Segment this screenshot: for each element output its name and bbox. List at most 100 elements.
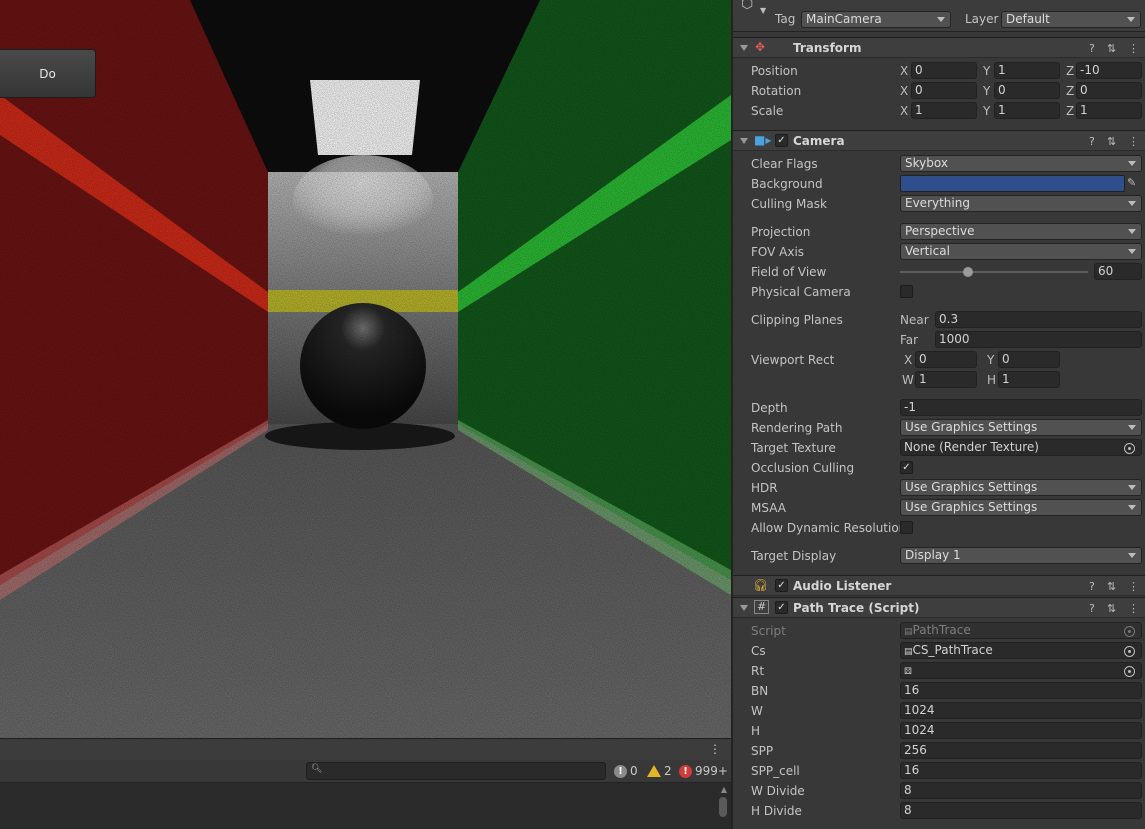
audio-listener-header[interactable]: 🎧︎ ✓ Audio Listener ? ⇅ ⋮ [733, 575, 1145, 596]
preset-icon[interactable]: ⇅ [1107, 42, 1116, 55]
warning-toggle[interactable]: 2 [644, 762, 675, 780]
clear-flags-row: Clear Flags Skybox [733, 154, 1145, 174]
target-texture-field[interactable]: None (Render Texture) [900, 439, 1142, 456]
depth-field[interactable]: -1 [900, 399, 1142, 416]
rendering-path-dropdown[interactable]: Use Graphics Settings [900, 419, 1142, 436]
projection-dropdown[interactable]: Perspective [900, 223, 1142, 240]
eyedropper-icon[interactable]: ✎ [1127, 176, 1136, 189]
preset-icon[interactable]: ⇅ [1107, 602, 1116, 615]
warning-icon [647, 765, 661, 777]
target-display-dropdown[interactable]: Display 1 [900, 547, 1142, 564]
w-divide-field[interactable]: 8 [900, 782, 1142, 799]
w-divide-row: W Divide 8 [733, 781, 1145, 801]
viewport-x-field[interactable]: 0 [915, 351, 977, 368]
foldout-arrow-icon[interactable] [740, 45, 748, 51]
help-icon[interactable]: ? [1089, 42, 1095, 55]
path-trace-header[interactable]: # ✓ Path Trace (Script) ? ⇅ ⋮ [733, 597, 1145, 618]
console-search-input[interactable]: 🔍︎ [306, 762, 606, 780]
foldout-arrow-icon[interactable] [740, 138, 748, 144]
msaa-dropdown[interactable]: Use Graphics Settings [900, 499, 1142, 516]
compute-shader-icon: ▤ [904, 647, 913, 657]
info-toggle[interactable]: ! 0 [611, 762, 641, 780]
h-field[interactable]: 1024 [900, 722, 1142, 739]
do-button[interactable]: Do [0, 49, 96, 98]
more-options-icon[interactable]: ⋮ [1128, 42, 1139, 55]
viewport-y-field[interactable]: 0 [998, 351, 1060, 368]
path-trace-enabled-checkbox[interactable]: ✓ [775, 601, 788, 614]
scale-z-field[interactable]: 1 [1076, 102, 1142, 119]
fov-slider-track[interactable] [900, 271, 1088, 273]
position-y-field[interactable]: 1 [994, 62, 1060, 79]
error-toggle[interactable]: ! 999+ [676, 762, 731, 780]
fov-axis-row: FOV Axis Vertical [733, 242, 1145, 262]
near-clip-field[interactable]: 0.3 [935, 311, 1142, 328]
viewport-rect-row: Viewport Rect X 0 Y 0 [733, 350, 1145, 370]
console-toolbar: 🔍︎ ! 0 2 ! 999+ [0, 760, 731, 783]
w-field[interactable]: 1024 [900, 702, 1142, 719]
spp-cell-field[interactable]: 16 [900, 762, 1142, 779]
h-divide-field[interactable]: 8 [900, 802, 1142, 819]
fov-axis-dropdown[interactable]: Vertical [900, 243, 1142, 260]
h-divide-row: H Divide 8 [733, 801, 1145, 821]
tag-dropdown[interactable]: MainCamera [801, 11, 951, 28]
chevron-down-icon[interactable]: ▼ [760, 6, 766, 15]
camera-header[interactable]: ■▸ ✓ Camera ? ⇅ ⋮ [733, 130, 1145, 151]
scale-y-field[interactable]: 1 [994, 102, 1060, 119]
object-picker-icon[interactable] [1124, 646, 1135, 657]
viewport-w-field[interactable]: 1 [915, 371, 977, 388]
help-icon[interactable]: ? [1089, 580, 1095, 593]
camera-enabled-checkbox[interactable]: ✓ [775, 134, 788, 147]
rotation-z-field[interactable]: 0 [1076, 82, 1142, 99]
background-row: Background ✎ [751, 175, 1137, 192]
scale-x-field[interactable]: 1 [911, 102, 977, 119]
transform-icon: ✥ [755, 40, 766, 54]
dynamic-resolution-row: Allow Dynamic Resolution [733, 518, 1145, 538]
dynamic-resolution-checkbox[interactable] [900, 521, 913, 534]
rotation-x-field[interactable]: 0 [911, 82, 977, 99]
culling-mask-dropdown[interactable]: Everything [900, 195, 1142, 212]
preset-icon[interactable]: ⇅ [1107, 135, 1116, 148]
position-row: Position X 0 Y 1 Z -10 [733, 61, 1145, 81]
viewport-h-field[interactable]: 1 [998, 371, 1060, 388]
layer-dropdown[interactable]: Default [1001, 11, 1141, 28]
spp-field[interactable]: 256 [900, 742, 1142, 759]
more-options-icon[interactable]: ⋮ [1128, 135, 1139, 148]
audio-listener-enabled-checkbox[interactable]: ✓ [775, 579, 788, 592]
spp-cell-row: SPP_cell 16 [733, 761, 1145, 781]
scroll-up-icon[interactable]: ▲ [721, 785, 727, 794]
console-log-area[interactable]: ▲ [0, 783, 731, 829]
physical-camera-checkbox[interactable] [900, 285, 913, 298]
position-z-field[interactable]: -10 [1076, 62, 1142, 79]
help-icon[interactable]: ? [1089, 602, 1095, 615]
more-options-icon[interactable]: ⋮ [1128, 602, 1139, 615]
fov-value-field[interactable]: 60 [1094, 263, 1142, 280]
object-picker-icon[interactable] [1124, 666, 1135, 677]
help-icon[interactable]: ? [1089, 135, 1095, 148]
culling-mask-row: Culling Mask Everything [733, 194, 1145, 214]
transform-header[interactable]: ✥ Transform ? ⇅ ⋮ [733, 37, 1145, 58]
position-x-field[interactable]: 0 [911, 62, 977, 79]
clear-flags-dropdown[interactable]: Skybox [900, 155, 1142, 172]
bn-field[interactable]: 16 [900, 682, 1142, 699]
target-texture-row: Target Texture None (Render Texture) [733, 438, 1145, 458]
background-color-field[interactable] [900, 175, 1125, 192]
render-texture-icon: ⚄ [904, 667, 912, 677]
fov-slider-thumb[interactable] [962, 267, 973, 277]
more-options-icon[interactable]: ⋮ [1128, 580, 1139, 593]
more-options-icon[interactable]: ⋮ [709, 742, 721, 756]
compute-shader-field[interactable]: ▤CS_PathTrace [900, 642, 1142, 659]
preset-icon[interactable]: ⇅ [1107, 580, 1116, 593]
hdr-dropdown[interactable]: Use Graphics Settings [900, 479, 1142, 496]
render-texture-field[interactable]: ⚄ [900, 662, 1142, 679]
layer-label: Layer [965, 12, 999, 26]
rotation-y-field[interactable]: 0 [994, 82, 1060, 99]
foldout-arrow-icon[interactable] [740, 605, 748, 611]
object-picker-icon[interactable] [1124, 443, 1135, 454]
script-file-icon: ▤ [904, 627, 913, 637]
far-clip-field[interactable]: 1000 [935, 331, 1142, 348]
game-view[interactable]: Do [0, 0, 731, 738]
console-scrollbar[interactable] [719, 797, 727, 817]
script-row: Script ▤PathTrace [733, 621, 1145, 641]
chevron-down-icon [1128, 485, 1136, 490]
occlusion-culling-checkbox[interactable]: ✓ [900, 461, 913, 474]
